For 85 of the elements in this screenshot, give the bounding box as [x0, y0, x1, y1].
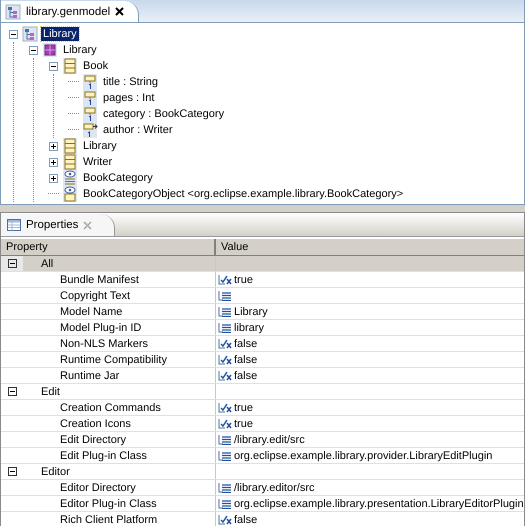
property-value[interactable]: /library.editor/src	[234, 482, 314, 494]
property-value[interactable]: org.eclipse.example.library.presentation.LibraryEditorPlugin	[234, 498, 524, 510]
expand-icon[interactable]	[49, 174, 58, 182]
tree-item[interactable]: Library	[61, 43, 99, 57]
checkmark-icon	[218, 418, 232, 429]
checkmark-icon	[218, 402, 232, 413]
property-name: Editor Directory	[59, 482, 136, 494]
property-name: Model Name	[59, 306, 122, 318]
group-row[interactable]: Editor	[1, 464, 524, 480]
property-value[interactable]: false	[234, 354, 258, 366]
text-lines-icon	[218, 498, 232, 509]
property-value[interactable]: org.eclipse.example.library.provider.LibraryEditPlugin	[234, 450, 492, 462]
text-lines-icon	[218, 450, 232, 461]
property-name: Creation Commands	[59, 402, 161, 414]
group-label: Edit	[41, 386, 60, 398]
group-row[interactable]: Edit	[1, 384, 524, 400]
attribute-icon	[82, 74, 98, 90]
group-row[interactable]: All	[1, 256, 524, 272]
property-value[interactable]: false	[234, 370, 258, 382]
property-value[interactable]: /library.edit/src	[234, 434, 305, 446]
text-lines-icon	[218, 290, 232, 301]
property-value[interactable]: false	[234, 514, 258, 526]
property-name: Bundle Manifest	[59, 274, 139, 286]
collapse-icon[interactable]	[8, 387, 16, 396]
expand-icon[interactable]	[49, 158, 58, 166]
property-value[interactable]: Library	[234, 306, 268, 318]
text-lines-icon	[218, 434, 232, 445]
property-value[interactable]: false	[234, 338, 258, 350]
property-name: Editor Plug-in Class	[59, 498, 157, 510]
collapse-icon[interactable]	[8, 259, 16, 268]
text-lines-icon	[218, 322, 232, 333]
properties-tab[interactable]: Properties	[1, 214, 116, 236]
property-name: Rich Client Platform	[59, 514, 158, 526]
tree-item[interactable]: BookCategoryObject <org.eclipse.example.library.BookCategory>	[81, 187, 406, 201]
editor-tab[interactable]: library.genmodel	[1, 1, 140, 22]
tree-item[interactable]: Book	[81, 59, 110, 73]
property-name: Edit Plug-in Class	[59, 450, 147, 462]
property-name: Copyright Text	[59, 290, 130, 302]
enum-icon	[62, 170, 78, 186]
tree-diagram-icon	[5, 4, 21, 20]
property-value[interactable]: true	[234, 402, 253, 414]
close-icon	[115, 7, 124, 16]
group-label: All	[41, 258, 54, 270]
attribute-icon	[82, 90, 98, 106]
tree-item[interactable]: author : Writer	[101, 123, 174, 137]
tree-item[interactable]: Library	[81, 139, 119, 153]
property-name: Non-NLS Markers	[59, 338, 148, 350]
text-lines-icon	[218, 482, 232, 493]
table-icon	[7, 219, 21, 231]
tree-diagram-icon	[22, 26, 38, 42]
checkmark-icon	[218, 354, 232, 365]
text-lines-icon	[218, 306, 232, 317]
tree-item[interactable]: BookCategory	[81, 171, 155, 185]
attribute-icon	[82, 106, 98, 122]
class-icon	[62, 138, 78, 154]
collapse-icon[interactable]	[29, 46, 38, 54]
group-label: Editor	[41, 466, 70, 478]
class-icon	[62, 154, 78, 170]
property-value[interactable]: true	[234, 418, 253, 430]
tree-item[interactable]: Writer	[81, 155, 114, 169]
checkmark-icon	[218, 338, 232, 349]
datatype-icon	[62, 186, 78, 202]
property-name: Model Plug-in ID	[59, 322, 142, 334]
tree-item[interactable]: pages : Int	[101, 91, 156, 105]
property-name: Runtime Compatibility	[59, 354, 167, 366]
close-icon	[83, 220, 92, 230]
property-value[interactable]: true	[234, 274, 253, 286]
tree-item[interactable]: category : BookCategory	[101, 107, 226, 121]
reference-icon	[82, 122, 98, 138]
checkmark-icon	[218, 370, 232, 381]
property-name: Creation Icons	[59, 418, 131, 430]
tree-item[interactable]: title : String	[101, 75, 160, 89]
property-name: Edit Directory	[59, 434, 126, 446]
collapse-icon[interactable]	[49, 62, 58, 70]
grid-icon	[42, 42, 58, 58]
class-icon	[62, 58, 78, 74]
collapse-icon[interactable]	[9, 30, 18, 38]
column-header[interactable]: Value	[216, 239, 524, 255]
collapse-icon[interactable]	[8, 467, 16, 476]
checkmark-icon	[218, 274, 232, 285]
property-name: Runtime Jar	[59, 370, 120, 382]
property-value[interactable]: library	[234, 322, 264, 334]
tree-item[interactable]: Library	[41, 27, 79, 41]
checkmark-icon	[218, 514, 232, 525]
expand-icon[interactable]	[49, 142, 58, 150]
